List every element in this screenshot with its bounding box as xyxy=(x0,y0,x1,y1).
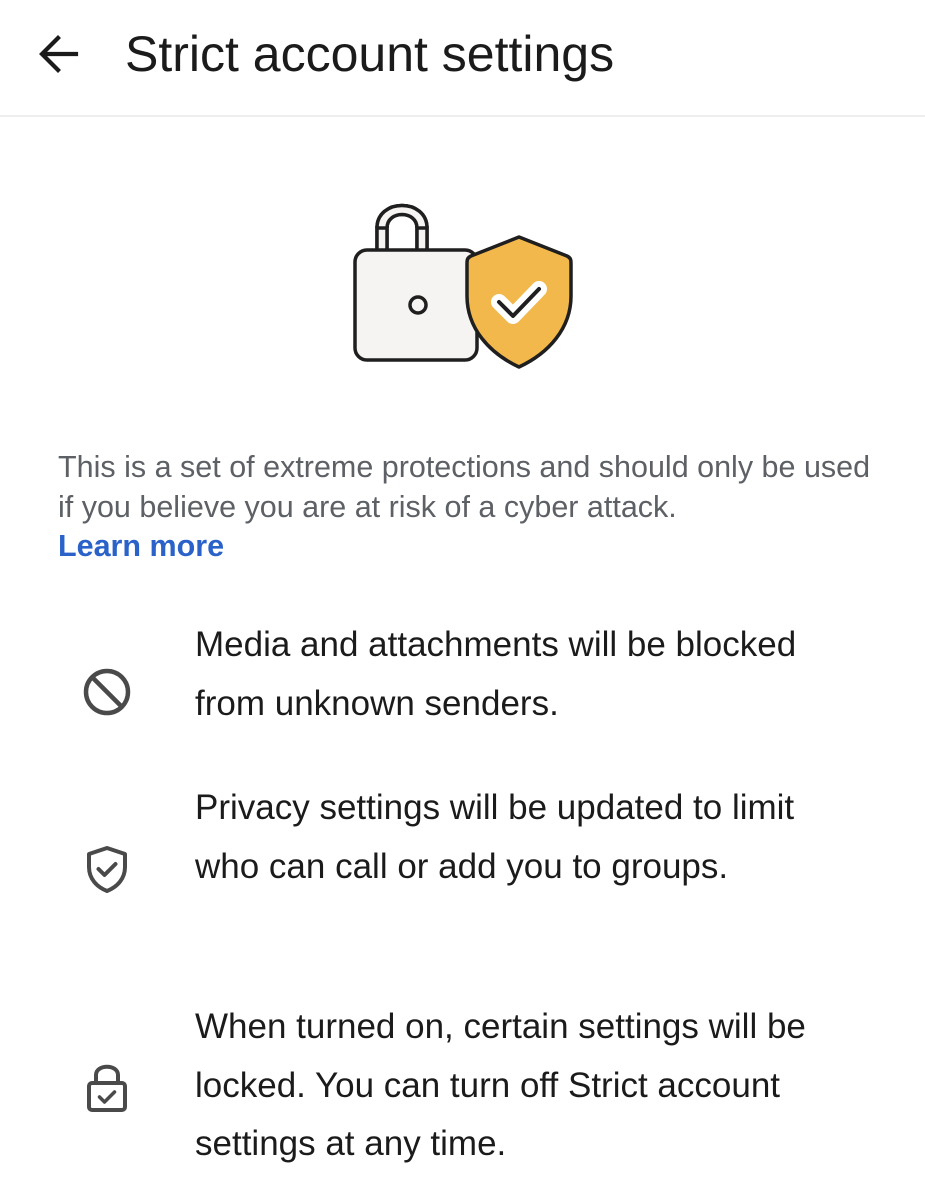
arrow-back-icon xyxy=(39,35,79,73)
shield-check-icon xyxy=(77,839,137,899)
feature-text: Privacy settings will be updated to limi… xyxy=(195,788,795,886)
learn-more-link[interactable]: Learn more xyxy=(58,527,224,567)
hero-illustration xyxy=(345,188,585,378)
feature-item-privacy-settings: Privacy settings will be updated to limi… xyxy=(0,779,925,955)
intro-text: This is a set of extreme protections and… xyxy=(58,450,871,524)
feature-item-settings-locked: When turned on, certain settings will be… xyxy=(0,998,925,1174)
feature-item-media-blocked: Media and attachments will be blocked fr… xyxy=(0,616,925,734)
block-icon xyxy=(77,662,137,722)
back-button[interactable] xyxy=(26,22,90,86)
intro-description: This is a set of extreme protections and… xyxy=(58,448,888,567)
lock-icon xyxy=(353,203,479,362)
page-title: Strict account settings xyxy=(125,26,615,82)
feature-text: When turned on, certain settings will be… xyxy=(195,1007,806,1163)
lock-check-icon xyxy=(77,1058,137,1118)
shield-check-icon xyxy=(465,235,573,369)
top-app-bar: Strict account settings xyxy=(0,0,925,117)
feature-text: Media and attachments will be blocked fr… xyxy=(195,625,797,723)
